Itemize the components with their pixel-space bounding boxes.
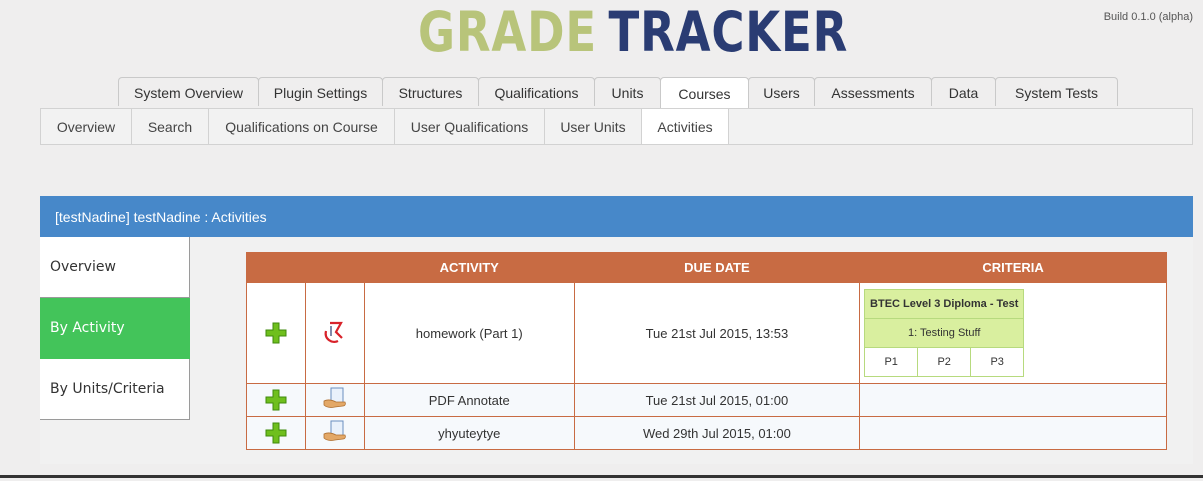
- header-add: [246, 252, 306, 283]
- due-date: Tue 21st Jul 2015, 01:00: [573, 383, 861, 417]
- assignment-icon: [323, 420, 346, 441]
- subnav-user-qualifications[interactable]: User Qualifications: [395, 109, 545, 144]
- tab-units[interactable]: Units: [594, 77, 661, 106]
- plus-icon[interactable]: [264, 388, 288, 412]
- grade-tracker-logo: GRADE TRACKER: [418, 2, 848, 62]
- tab-users[interactable]: Users: [748, 77, 815, 106]
- table-row: PDF Annotate Tue 21st Jul 2015, 01:00: [246, 383, 1167, 417]
- subnav-search[interactable]: Search: [132, 109, 209, 144]
- logo-tracker-text: TRACKER: [608, 0, 849, 64]
- tab-system-tests[interactable]: System Tests: [995, 77, 1118, 106]
- subnav-qualifications-on-course[interactable]: Qualifications on Course: [209, 109, 395, 144]
- tab-structures[interactable]: Structures: [382, 77, 479, 106]
- criterion-p2[interactable]: P2: [918, 348, 972, 376]
- criteria-cell: BTEC Level 3 Diploma - Test 1: Testing S…: [859, 282, 1167, 384]
- panel-title: [testNadine] testNadine : Activities: [40, 196, 1193, 237]
- criteria-cell: [859, 416, 1167, 450]
- criteria-list: P1 P2 P3: [865, 348, 1024, 376]
- type-cell: [304, 416, 365, 450]
- tab-plugin-settings[interactable]: Plugin Settings: [258, 77, 383, 106]
- criteria-box: BTEC Level 3 Diploma - Test 1: Testing S…: [864, 289, 1025, 377]
- side-menu: Overview By Activity By Units/Criteria: [40, 237, 190, 420]
- header-due-date: DUE DATE: [573, 252, 861, 283]
- type-cell: [304, 282, 365, 384]
- tab-system-overview[interactable]: System Overview: [118, 77, 259, 106]
- header-type: [304, 252, 365, 283]
- table-header-row: ACTIVITY DUE DATE CRITERIA: [246, 252, 1167, 283]
- header-activity: ACTIVITY: [363, 252, 575, 283]
- tab-courses[interactable]: Courses: [660, 77, 749, 108]
- activity-name[interactable]: PDF Annotate: [363, 383, 575, 417]
- sub-navigation: Overview Search Qualifications on Course…: [40, 108, 1193, 145]
- add-cell: [246, 282, 306, 384]
- activity-name[interactable]: yhyuteytye: [363, 416, 575, 450]
- table-row: yhyuteytye Wed 29th Jul 2015, 01:00: [246, 416, 1167, 450]
- add-cell: [246, 416, 306, 450]
- qualification-name: BTEC Level 3 Diploma - Test: [865, 290, 1024, 319]
- activity-name[interactable]: homework (Part 1): [363, 282, 575, 384]
- activities-table: ACTIVITY DUE DATE CRITERIA homework (Par…: [246, 252, 1167, 450]
- build-version: Build 0.1.0 (alpha): [1103, 11, 1193, 23]
- subnav-overview[interactable]: Overview: [41, 109, 132, 144]
- plus-icon[interactable]: [264, 321, 288, 345]
- main-tabs: System Overview Plugin Settings Structur…: [118, 77, 1118, 108]
- tab-assessments[interactable]: Assessments: [814, 77, 932, 106]
- header-criteria: CRITERIA: [859, 252, 1167, 283]
- subnav-activities[interactable]: Activities: [642, 109, 729, 144]
- side-item-by-activity[interactable]: By Activity: [40, 298, 190, 359]
- criterion-p3[interactable]: P3: [971, 348, 1023, 376]
- logo-grade-text: GRADE: [418, 0, 598, 64]
- plus-icon[interactable]: [264, 421, 288, 445]
- turnitin-icon: [324, 321, 343, 343]
- add-cell: [246, 383, 306, 417]
- type-cell: [304, 383, 365, 417]
- bottom-divider: [0, 475, 1203, 478]
- criterion-p1[interactable]: P1: [865, 348, 919, 376]
- tab-data[interactable]: Data: [931, 77, 996, 106]
- due-date: Wed 29th Jul 2015, 01:00: [573, 416, 861, 450]
- tab-qualifications[interactable]: Qualifications: [478, 77, 595, 106]
- subnav-user-units[interactable]: User Units: [545, 109, 642, 144]
- side-item-overview[interactable]: Overview: [40, 237, 190, 298]
- table-row: homework (Part 1) Tue 21st Jul 2015, 13:…: [246, 282, 1167, 384]
- due-date: Tue 21st Jul 2015, 13:53: [573, 282, 861, 384]
- criteria-cell: [859, 383, 1167, 417]
- assignment-icon: [323, 387, 346, 408]
- unit-name: 1: Testing Stuff: [865, 319, 1024, 348]
- side-item-by-units-criteria[interactable]: By Units/Criteria: [40, 359, 190, 420]
